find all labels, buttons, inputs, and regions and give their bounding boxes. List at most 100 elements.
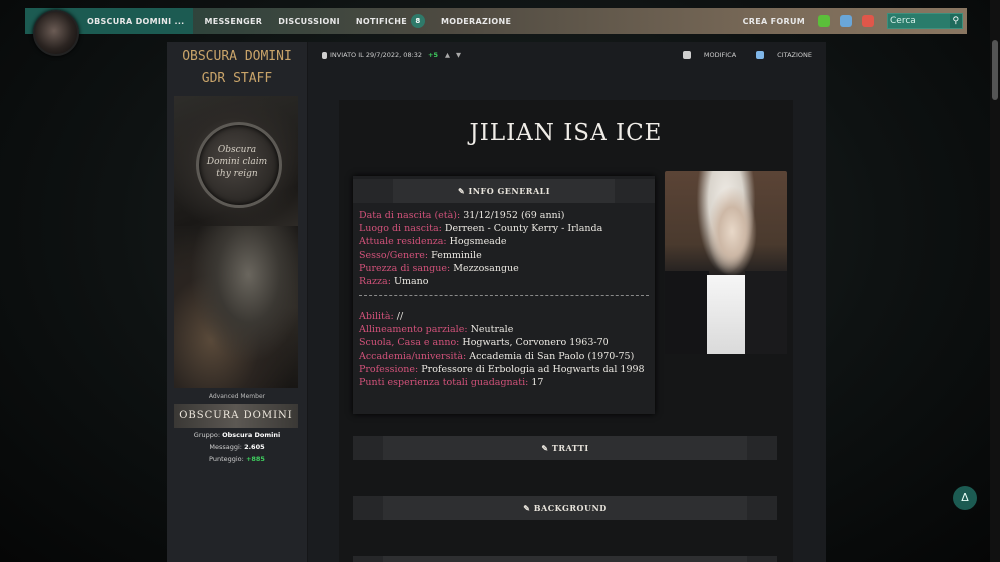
crea-forum-label: CREA FORUM (742, 16, 805, 26)
character-name: JILIAN ISA ICE (469, 120, 663, 146)
author-messages: Messaggi: 2.605 (167, 443, 307, 451)
field-key: Purezza di sangue: (359, 262, 451, 274)
search-icon[interactable]: ⚲ (950, 16, 962, 26)
search-input[interactable] (888, 14, 950, 28)
dashed-divider (359, 295, 649, 296)
group-label: Gruppo: (193, 431, 221, 439)
tratti-header[interactable]: ✎ TRATTI (353, 436, 777, 460)
info-generali-box: ✎ INFO GENERALI Data di nascita (età): 3… (353, 176, 655, 414)
avatar-dragon-art (174, 226, 298, 388)
character-portrait (665, 171, 787, 354)
author-avatar: Obscura Domini claim thy reign (174, 96, 298, 388)
page-scrollbar-track[interactable] (990, 0, 1000, 562)
edit-button[interactable]: MODIFICA (673, 51, 736, 59)
rank-banner: OBSCURA DOMINI (174, 404, 298, 428)
portrait-jacket-left (665, 271, 709, 354)
field-row: Professione: Professore di Erbologia ad … (359, 363, 655, 376)
field-row: Abilità: // (359, 310, 655, 323)
nav-right-group: CREA FORUM ⚲ (735, 13, 967, 29)
post-panel: OBSCURA DOMINI GDR STAFF Obscura Domini … (167, 42, 826, 562)
field-value: Derreen - County Kerry - Irlanda (444, 223, 603, 235)
post-header: INVIATO IL 29/7/2022, 08:32 +5 ▲ ▼ MODIF… (322, 48, 812, 62)
field-row: Sesso/Genere: Femminile (359, 249, 655, 262)
info-fields-b: Abilità: // Allineamento parziale: Neutr… (359, 310, 655, 389)
background-title: BACKGROUND (533, 503, 607, 513)
field-value: Femminile (431, 249, 482, 261)
user-icon[interactable] (840, 15, 852, 27)
author-rank: Advanced Member (208, 393, 266, 400)
nav-discussioni[interactable]: DISCUSSIONI (270, 17, 348, 26)
author-name-line2: GDR STAFF (201, 71, 273, 86)
field-value: Accademia di San Paolo (1970-75) (469, 350, 635, 362)
nav-notifiche[interactable]: NOTIFICHE 8 (348, 14, 433, 28)
info-generali-header: ✎ INFO GENERALI (353, 179, 655, 203)
info-generali-title: INFO GENERALI (468, 186, 551, 196)
field-key: Punti esperienza totali guadagnati: (359, 377, 529, 389)
avatar-text: Obscura Domini claim thy reign (206, 145, 268, 179)
field-value: 31/12/1952 (69 anni) (463, 210, 565, 221)
top-navbar: OBSCURA DOMINI ... MESSENGER DISCUSSIONI… (25, 8, 967, 56)
tratti-title: TRATTI (551, 443, 589, 453)
character-sheet: JILIAN ISA ICE ✎ INFO GENERALI Data di n… (339, 100, 793, 562)
field-key: Accademia/università: (359, 350, 467, 362)
group-value: Obscura Domini (222, 431, 281, 439)
thumbs-down-icon[interactable]: ▼ (456, 51, 461, 59)
author-name[interactable]: OBSCURA DOMINI GDR STAFF (167, 46, 307, 90)
nav-discussioni-label: DISCUSSIONI (278, 16, 340, 26)
next-section-header[interactable] (353, 556, 777, 562)
field-row: Scuola, Casa e anno: Hogwarts, Corvonero… (359, 336, 655, 349)
forum-brand-label: OBSCURA DOMINI ... (87, 16, 185, 26)
field-value: Mezzosangue (453, 262, 519, 274)
author-score: Punteggio: +885 (167, 455, 307, 463)
nav-moderazione-label: MODERAZIONE (440, 16, 512, 26)
field-value: 17 (531, 377, 544, 389)
help-ring-icon[interactable] (862, 15, 874, 27)
field-key: Allineamento parziale: (359, 324, 468, 336)
forum-logo[interactable] (33, 10, 79, 56)
nav-moderazione[interactable]: MODERAZIONE (433, 17, 519, 26)
search-box: ⚲ (887, 13, 963, 29)
portrait-shirt (707, 275, 745, 354)
nav-notifiche-label: NOTIFICHE (355, 16, 407, 26)
field-key: Razza: (359, 276, 391, 288)
triangle-up-icon: Δ (961, 491, 969, 504)
field-row: Accademia/università: Accademia di San P… (359, 350, 655, 363)
info-fields-a: Data di nascita (età): 31/12/1952 (69 an… (359, 209, 655, 288)
quote-button[interactable]: CITAZIONE (746, 51, 812, 59)
crea-forum-link[interactable]: CREA FORUM (735, 17, 813, 26)
author-name-line1: OBSCURA DOMINI (182, 49, 292, 64)
field-row: Attuale residenza: Hogsmeade (359, 235, 655, 248)
field-value: // (396, 311, 404, 322)
field-row: Data di nascita (età): 31/12/1952 (69 an… (359, 209, 655, 222)
page-scrollbar-thumb[interactable] (992, 40, 998, 100)
field-row: Punti esperienza totali guadagnati: 17 (359, 376, 655, 389)
field-row: Luogo di nascita: Derreen - County Kerry… (359, 222, 655, 235)
quote-label: CITAZIONE (777, 51, 812, 59)
field-row: Razza: Umano (359, 275, 655, 288)
field-key: Data di nascita (età): (359, 210, 461, 221)
author-panel: OBSCURA DOMINI GDR STAFF Obscura Domini … (167, 42, 308, 562)
nav-messenger[interactable]: MESSENGER (197, 17, 271, 26)
thumbs-up-icon[interactable]: ▲ (445, 51, 450, 59)
scroll-top-button[interactable]: Δ (953, 486, 977, 510)
field-value: Professore di Erbologia ad Hogwarts dal … (421, 363, 645, 375)
field-key: Luogo di nascita: (359, 223, 442, 235)
field-key: Attuale residenza: (359, 236, 447, 248)
field-row: Purezza di sangue: Mezzosangue (359, 262, 655, 275)
leaf-icon[interactable] (818, 15, 830, 27)
field-key: Sesso/Genere: (359, 249, 429, 261)
author-group: Gruppo: Obscura Domini (167, 431, 307, 439)
messages-label: Messaggi: (209, 443, 242, 451)
messages-value: 2.605 (244, 443, 265, 451)
nav-messenger-label: MESSENGER (204, 16, 263, 26)
field-key: Scuola, Casa e anno: (359, 337, 460, 349)
score-value: +885 (245, 455, 265, 463)
score-label: Punteggio: (209, 455, 244, 463)
edit-icon (682, 51, 691, 59)
field-value: Neutrale (470, 324, 514, 336)
quote-icon (756, 51, 765, 59)
background-header[interactable]: ✎ BACKGROUND (353, 496, 777, 520)
field-value: Hogsmeade (449, 236, 507, 248)
field-key: Abilità: (359, 311, 394, 322)
field-value: Umano (393, 276, 429, 288)
